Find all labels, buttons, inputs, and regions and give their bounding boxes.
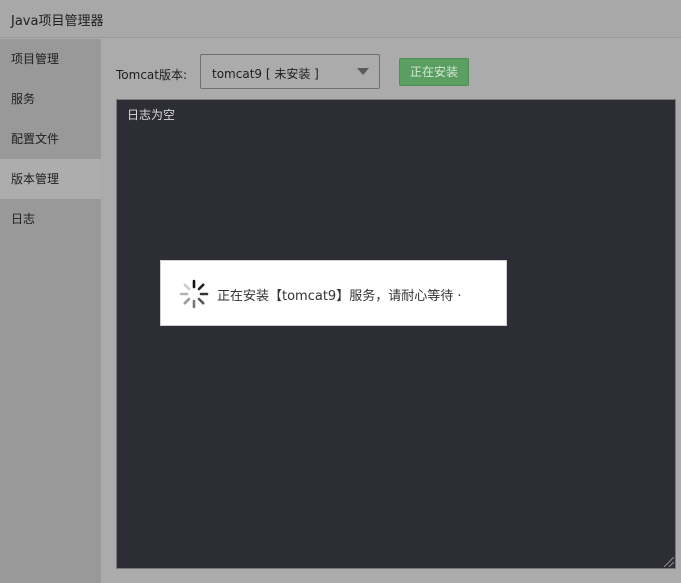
sidebar-item-log[interactable]: 日志 xyxy=(0,199,101,239)
sidebar-item-config-file[interactable]: 配置文件 xyxy=(0,119,101,159)
log-empty-text: 日志为空 xyxy=(127,108,176,122)
loading-spinner-icon xyxy=(179,279,209,309)
tomcat-version-value: tomcat9 [ 未安装 ] xyxy=(212,67,319,81)
sidebar-item-label: 日志 xyxy=(11,212,36,226)
chevron-down-icon xyxy=(357,68,369,75)
log-output[interactable]: 日志为空 xyxy=(116,99,676,569)
title-bar: Java项目管理器 xyxy=(0,0,681,38)
loading-toast: 正在安装【tomcat9】服务，请耐心等待 · xyxy=(160,260,507,326)
tomcat-version-label: Tomcat版本: xyxy=(116,68,188,82)
install-button[interactable]: 正在安装 xyxy=(399,58,469,86)
loading-message: 正在安装【tomcat9】服务，请耐心等待 · xyxy=(217,289,462,304)
tomcat-version-select[interactable]: tomcat9 [ 未安装 ] xyxy=(200,54,380,89)
sidebar-item-version-management[interactable]: 版本管理 xyxy=(0,159,101,199)
resize-grip-icon[interactable] xyxy=(664,557,674,567)
sidebar-item-label: 项目管理 xyxy=(11,52,60,66)
sidebar-item-label: 服务 xyxy=(11,92,36,106)
sidebar-item-service[interactable]: 服务 xyxy=(0,79,101,119)
window-title: Java项目管理器 xyxy=(11,14,104,29)
sidebar-item-label: 配置文件 xyxy=(11,132,60,146)
sidebar-item-project-management[interactable]: 项目管理 xyxy=(0,39,101,79)
sidebar-item-label: 版本管理 xyxy=(11,172,60,186)
sidebar: 项目管理 服务 配置文件 版本管理 日志 xyxy=(0,39,101,583)
